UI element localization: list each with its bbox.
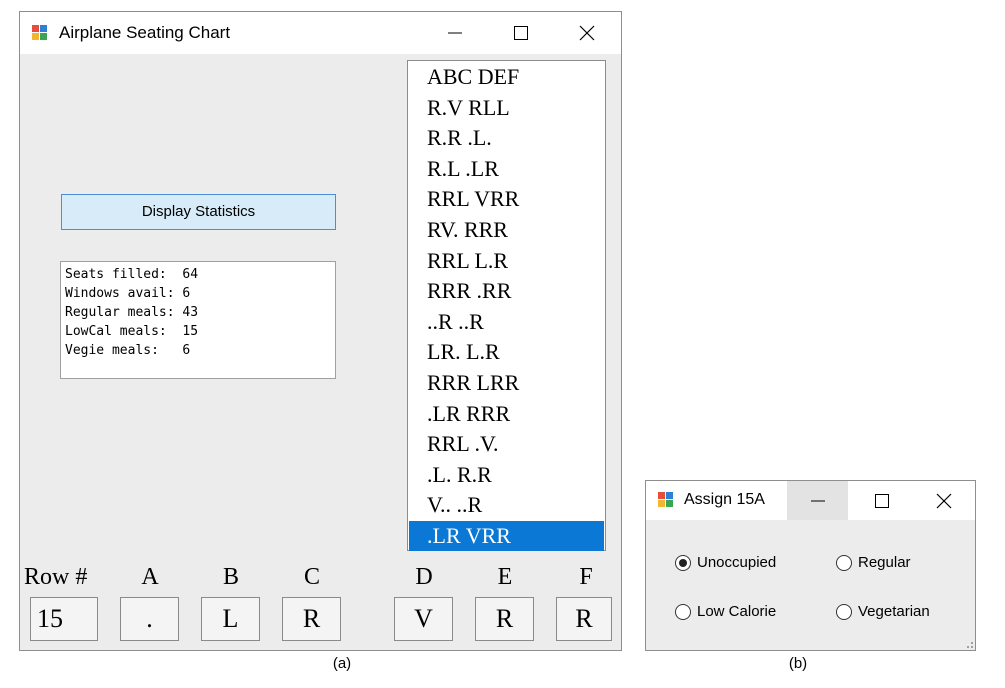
column-a-label: A [141, 564, 159, 590]
column-e-label: E [497, 564, 513, 590]
seat-d-button[interactable]: V [394, 597, 453, 641]
seat-list-item[interactable]: R.R .L. [409, 123, 604, 153]
minimize-button[interactable] [787, 481, 848, 520]
maximize-button[interactable] [488, 12, 554, 54]
stat-windows-avail: Windows avail: 6 [65, 286, 191, 301]
seat-c-button[interactable]: R [282, 597, 341, 641]
row-number-label: Row # [24, 564, 88, 590]
row-number-box[interactable]: 15 [30, 597, 98, 641]
statistics-textbox[interactable]: Seats filled: 64 Windows avail: 6 Regula… [60, 261, 336, 379]
caption-a: (a) [332, 655, 352, 672]
seat-a-button[interactable]: . [120, 597, 179, 641]
radio-button[interactable] [675, 604, 691, 620]
column-f-label: F [579, 564, 593, 590]
column-d-label: D [415, 564, 433, 590]
title-bar[interactable]: Airplane Seating Chart [20, 12, 621, 54]
maximize-button[interactable] [851, 481, 912, 520]
display-statistics-button[interactable]: Display Statistics [61, 194, 336, 230]
seat-list-item[interactable]: RV. RRR [409, 215, 604, 245]
stat-vegie-meals: Vegie meals: 6 [65, 343, 191, 358]
close-icon [579, 25, 595, 41]
stat-seats-filled: Seats filled: 64 [65, 267, 199, 282]
seat-list-item[interactable]: .L. R.R [409, 460, 604, 490]
close-icon [936, 493, 951, 508]
maximize-icon [514, 26, 528, 40]
close-button[interactable] [554, 12, 620, 54]
title-bar[interactable]: Assign 15A [646, 481, 975, 520]
minimize-button[interactable] [422, 12, 488, 54]
seat-list-item[interactable]: RRL .V. [409, 429, 604, 459]
seat-listbox[interactable]: ABC DEF R.V RLL R.R .L. R.L .LR RRL VRR RV. R… [407, 60, 606, 551]
close-button[interactable] [912, 481, 975, 520]
seat-f-button[interactable]: R [556, 597, 612, 641]
seat-e-button[interactable]: R [475, 597, 534, 641]
seat-list-item[interactable]: V.. ..R [409, 490, 604, 520]
assign-seat-window: Assign 15A Unoccupied Regular Low Calori… [645, 480, 976, 651]
radio-label: Low Calorie [697, 603, 777, 620]
seat-list-item[interactable]: .LR VRR [409, 521, 604, 551]
window-title: Airplane Seating Chart [59, 23, 231, 42]
seat-list-header[interactable]: ABC DEF [409, 62, 604, 92]
radio-button-checked[interactable] [675, 555, 691, 571]
seat-list-item[interactable]: .LR RRR [409, 399, 604, 429]
stat-lowcal-meals: LowCal meals: 15 [65, 324, 199, 339]
column-c-label: C [303, 564, 320, 590]
minimize-icon [810, 500, 825, 501]
column-b-label: B [222, 564, 239, 590]
caption-b: (b) [788, 655, 808, 672]
stat-regular-meals: Regular meals: 43 [65, 305, 199, 320]
radio-label: Regular [858, 554, 911, 571]
seat-list-item[interactable]: ..R ..R [409, 307, 604, 337]
seat-list-item[interactable]: LR. L.R [409, 337, 604, 367]
seat-list-item[interactable]: RRR .RR [409, 276, 604, 306]
seating-chart-window: Airplane Seating Chart Display Statistic… [19, 11, 622, 651]
radio-label: Vegetarian [858, 603, 930, 620]
app-icon [658, 492, 676, 508]
seat-list-item[interactable]: RRL L.R [409, 246, 604, 276]
maximize-icon [874, 493, 889, 508]
seat-b-button[interactable]: L [201, 597, 260, 641]
app-icon [32, 25, 50, 41]
radio-button[interactable] [836, 555, 852, 571]
minimize-icon [448, 32, 462, 34]
seat-list-item[interactable]: R.V RLL [409, 93, 604, 123]
radio-button[interactable] [836, 604, 852, 620]
seat-list-item[interactable]: RRR LRR [409, 368, 604, 398]
resize-grip-icon[interactable] [967, 642, 973, 648]
radio-label: Unoccupied [697, 554, 777, 571]
seat-list-item[interactable]: RRL VRR [409, 184, 604, 214]
seat-list-item[interactable]: R.L .LR [409, 154, 604, 184]
window-title: Assign 15A [684, 491, 765, 508]
